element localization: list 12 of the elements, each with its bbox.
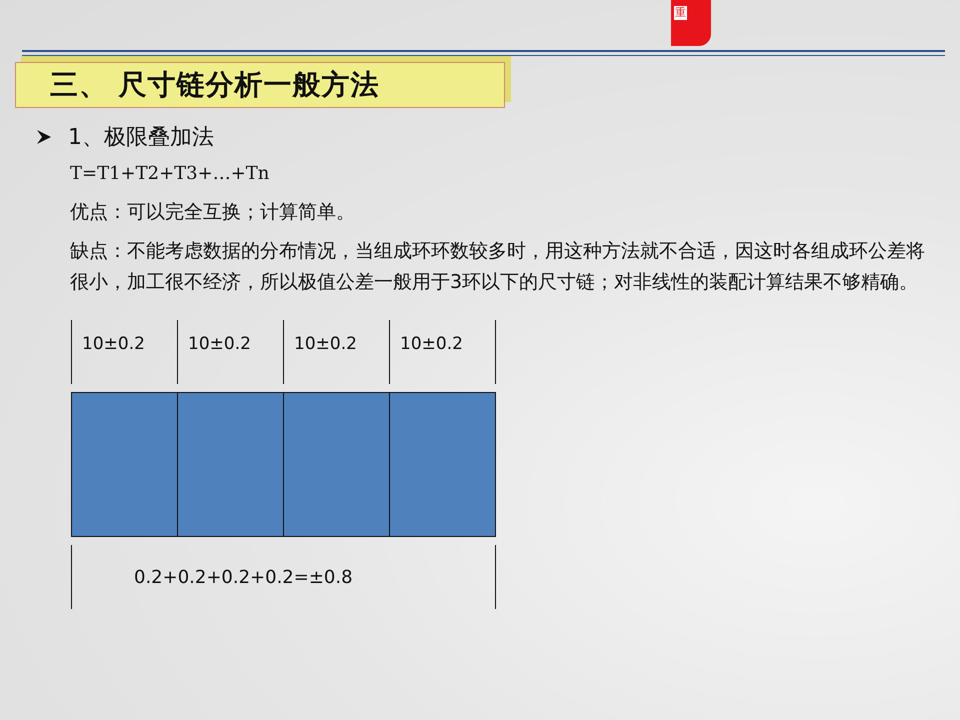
- bullet-arrow-icon: [36, 129, 52, 145]
- bullet-heading: 1、极限叠加法: [68, 124, 214, 152]
- dimension-label: 10±0.2: [188, 334, 251, 354]
- total-tolerance: 0.2+0.2+0.2+0.2=±0.8: [134, 566, 353, 588]
- body-text: 缺点：不能考虑数据的分布情况，当组成环环数较多时，用这种方法就不合适，因这时各组成环公差将很小，加工很不经济，所以极值公差一般用于3环以下的尺寸链；对非线性的装配计算结果不够精确。: [70, 239, 926, 295]
- logo-text: 重: [674, 6, 687, 20]
- dimension-label: 10±0.2: [294, 334, 357, 354]
- dimension-label: 10±0.2: [400, 334, 463, 354]
- body-text: 优点：可以完全互换；计算简单。: [70, 200, 356, 225]
- slide-title: 三、 尺寸链分析一般方法: [50, 67, 380, 103]
- dimension-label: 10±0.2: [82, 334, 145, 354]
- body-text: T=T1+T2+T3+…+Tn: [70, 162, 270, 186]
